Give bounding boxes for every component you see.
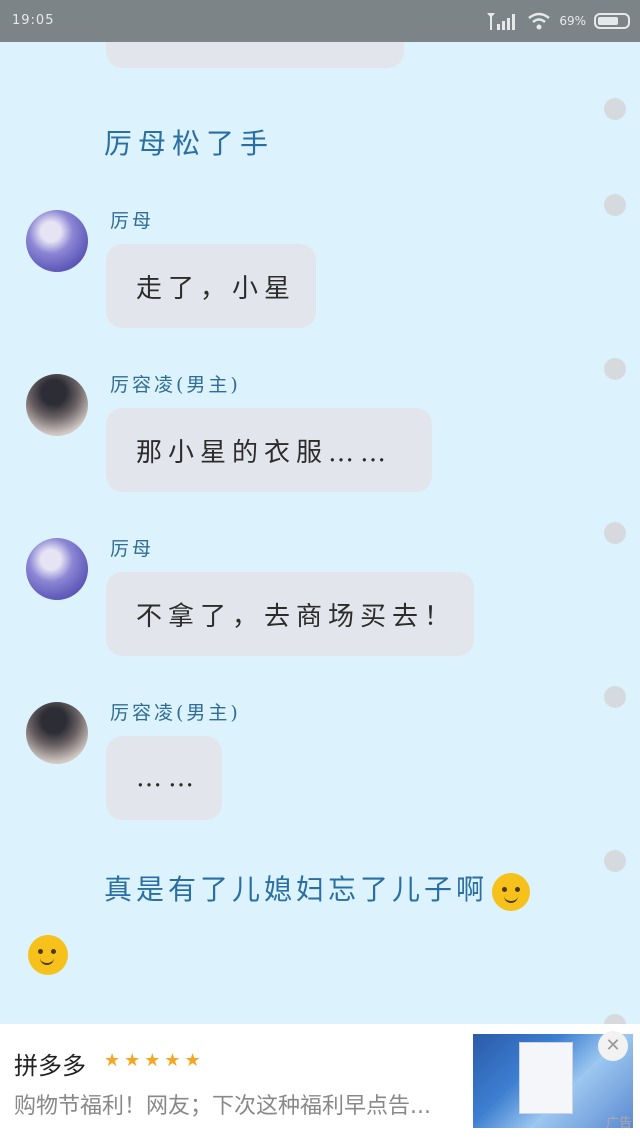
story-chat[interactable]: 厉母松了手 厉母 走了，小星 厉容凌(男主) 那小星的衣服…… 厉母 不拿了，去… (0, 42, 640, 1024)
emoji-smile-icon (28, 935, 68, 975)
page-indicator-dot (604, 98, 626, 120)
signal-icon (487, 13, 516, 30)
avatar[interactable] (26, 702, 88, 764)
message-bubble[interactable]: 走了，小星 (106, 244, 316, 328)
page-indicator-dot (604, 358, 626, 380)
emoji-smile-icon (492, 872, 531, 911)
status-time: 19:05 (12, 13, 55, 28)
status-icons: 69% (485, 10, 630, 32)
speaker-name: 厉母 (110, 538, 155, 560)
battery-level: 69% (559, 14, 586, 28)
previous-bubble (106, 42, 404, 68)
battery-icon (594, 13, 630, 29)
page-indicator-dot (604, 194, 626, 216)
narration-line: 厉母松了手 (104, 127, 275, 160)
avatar[interactable] (26, 538, 88, 600)
page-indicator-dot (604, 686, 626, 708)
status-bar: 19:05 69% (0, 0, 640, 42)
narration-line-2: 真是有了儿媳妇忘了儿子啊 (104, 868, 531, 911)
ad-label: 广告 (606, 1116, 633, 1131)
wifi-icon (528, 12, 551, 30)
message-bubble[interactable]: …… (106, 736, 222, 820)
avatar[interactable] (26, 374, 88, 436)
ad-description: 购物节福利！网友；下次这种福利早点告... (14, 1094, 431, 1119)
ad-banner[interactable]: 拼多多 ★★★★★ 购物节福利！网友；下次这种福利早点告... ✕ 广告 (0, 1024, 640, 1138)
page-indicator-dot (604, 522, 626, 544)
page-indicator-dot (604, 850, 626, 872)
avatar[interactable] (26, 210, 88, 272)
ad-image-card (519, 1042, 573, 1114)
message-bubble[interactable]: 那小星的衣服…… (106, 408, 432, 492)
speaker-name: 厉容凌(男主) (110, 374, 241, 396)
ad-rating-stars: ★★★★★ (104, 1050, 205, 1071)
narration-text: 真是有了儿媳妇忘了儿子啊 (104, 873, 489, 906)
ad-title: 拼多多 (14, 1052, 86, 1080)
speaker-name: 厉容凌(男主) (110, 702, 241, 724)
page-indicator-dot (604, 1014, 626, 1024)
speaker-name: 厉母 (110, 210, 155, 232)
close-icon[interactable]: ✕ (598, 1031, 628, 1061)
message-bubble[interactable]: 不拿了，去商场买去！ (106, 572, 474, 656)
